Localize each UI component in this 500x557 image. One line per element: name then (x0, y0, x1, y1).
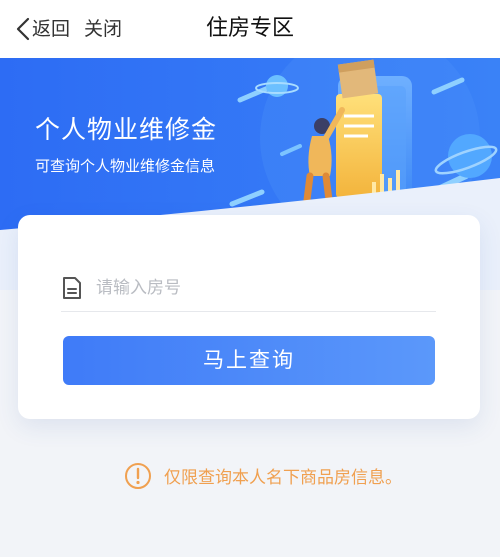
query-button[interactable]: 马上查询 (63, 336, 435, 385)
banner-title: 个人物业维修金 (35, 115, 218, 144)
notice: 仅限查询本人名下商品房信息。 (124, 463, 402, 493)
nav-bar: 返回 关闭 住房专区 (0, 0, 500, 58)
room-number-field (61, 265, 436, 312)
page-title: 住房专区 (205, 16, 294, 41)
back-label: 返回 (32, 18, 71, 40)
back-button[interactable]: 返回 (16, 14, 70, 44)
banner-subtitle: 可查询个人物业维修金信息 (35, 157, 216, 175)
close-button[interactable]: 关闭 (84, 14, 122, 44)
query-card: 马上查询 (18, 215, 480, 419)
document-icon (61, 276, 83, 300)
exclamation-circle-icon (124, 462, 152, 494)
chevron-left-icon (16, 17, 30, 41)
notice-text: 仅限查询本人名下商品房信息。 (164, 468, 402, 488)
room-number-input[interactable] (96, 268, 416, 308)
